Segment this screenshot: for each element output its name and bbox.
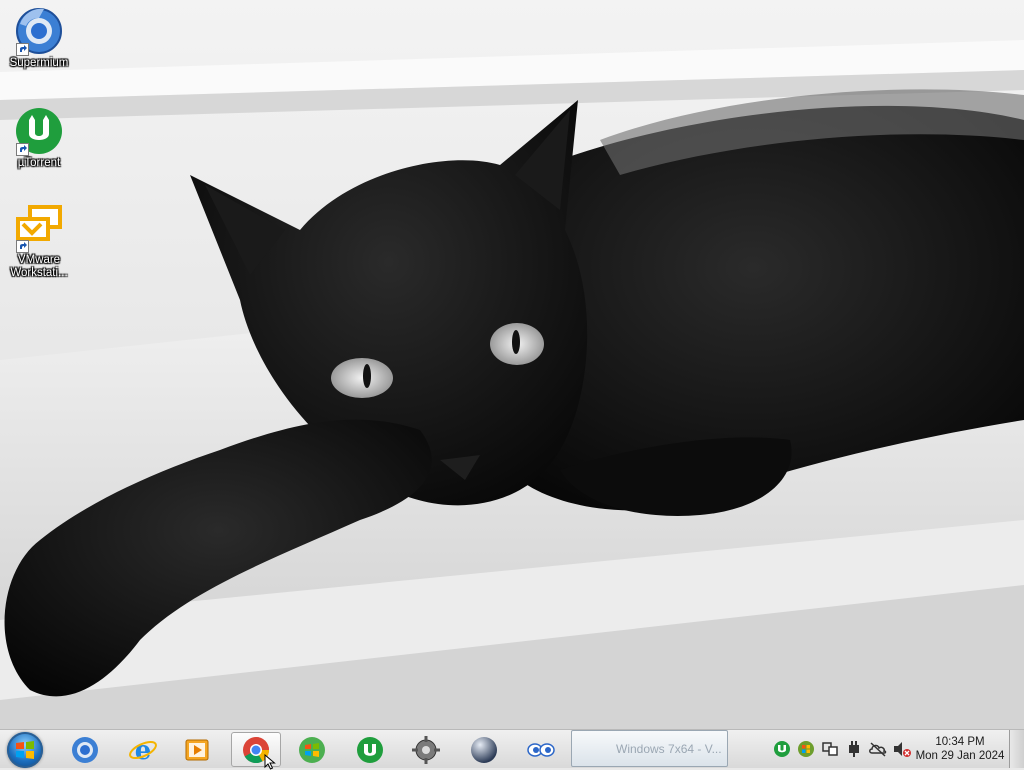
- desktop-icon-utorrent[interactable]: µTorrent: [0, 106, 78, 170]
- show-desktop-button[interactable]: [1009, 730, 1024, 768]
- shortcut-arrow-icon: [16, 43, 29, 56]
- desktop-icon-vmware[interactable]: VMware Workstati...: [0, 203, 78, 280]
- desktop-icon-label: Supermium: [9, 57, 69, 69]
- desktop-icon-label: µTorrent: [17, 157, 61, 169]
- sphere-icon: [471, 736, 497, 763]
- shortcut-arrow-icon: [16, 240, 29, 253]
- windows-logo-icon: [16, 741, 34, 759]
- desktop-wallpaper: [0, 0, 1024, 729]
- system-tray: [772, 739, 912, 759]
- taskbar-clock[interactable]: 10:34 PM Mon 29 Jan 2024: [912, 735, 1008, 763]
- vmware-icon: [14, 203, 64, 253]
- eyes-icon: [527, 742, 555, 757]
- ie-icon: e: [129, 736, 157, 765]
- start-button[interactable]: [7, 732, 43, 768]
- taskbar-eyes-button[interactable]: [516, 732, 566, 767]
- supermium-icon: [72, 736, 98, 763]
- taskbar-supermium-button[interactable]: [60, 732, 110, 767]
- gear-icon: [412, 735, 440, 764]
- utorrent-icon: [357, 736, 383, 763]
- supermium-icon: [14, 6, 64, 56]
- network-tray-icon[interactable]: [820, 739, 840, 759]
- utorrent-tray-icon[interactable]: [772, 739, 792, 759]
- media-player-icon: [185, 739, 209, 760]
- utorrent-icon: [14, 106, 64, 156]
- clock-date: Mon 29 Jan 2024: [915, 750, 1005, 762]
- desktop-icon-label: VMware Workstati...: [10, 254, 68, 279]
- power-tray-icon[interactable]: [844, 739, 864, 759]
- taskbar-media-player-button[interactable]: [172, 732, 222, 767]
- taskbar-settings-button[interactable]: [401, 732, 451, 767]
- taskbar-windows-update-button[interactable]: [287, 732, 337, 767]
- shortcut-arrow-icon: [16, 143, 29, 156]
- desktop-icon-supermium[interactable]: Supermium: [0, 6, 78, 70]
- volume-muted-icon[interactable]: [892, 739, 912, 759]
- windows-orb-icon: [299, 736, 325, 763]
- windows-update-tray-icon[interactable]: [796, 739, 816, 759]
- taskbar: e Windows 7x64 - V... 10:34 PM Mon 29 Ja…: [0, 729, 1024, 768]
- taskbar-window-vmware[interactable]: Windows 7x64 - V...: [571, 730, 728, 767]
- onedrive-tray-icon[interactable]: [868, 739, 888, 759]
- window-task-label: Windows 7x64 - V...: [616, 741, 722, 756]
- taskbar-sphere-button[interactable]: [459, 732, 509, 767]
- svg-text:e: e: [135, 736, 152, 765]
- taskbar-internet-explorer-button[interactable]: e: [118, 732, 168, 767]
- clock-time: 10:34 PM: [935, 736, 985, 748]
- taskbar-utorrent-button[interactable]: [345, 732, 395, 767]
